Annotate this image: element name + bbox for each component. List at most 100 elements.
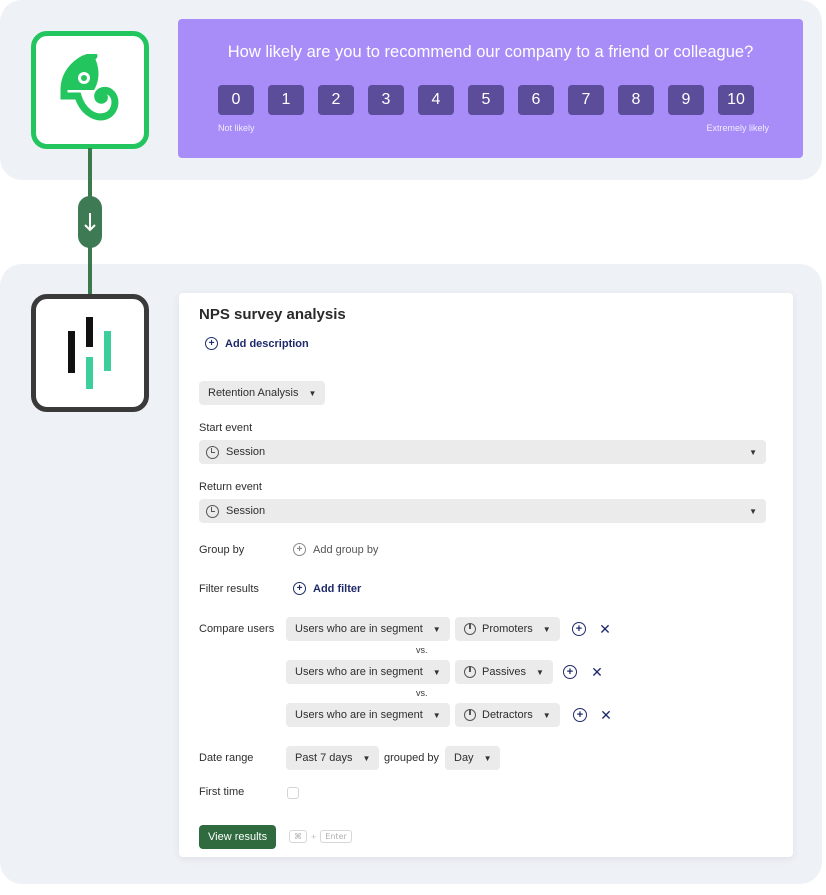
chevron-down-icon: ▼ <box>432 667 441 677</box>
first-time-checkbox[interactable] <box>287 787 299 799</box>
plus-circle-icon: + <box>293 543 306 556</box>
add-description-button[interactable]: + Add description <box>205 337 309 350</box>
score-button-5[interactable]: 5 <box>468 85 504 115</box>
score-button-0[interactable]: 0 <box>218 85 254 115</box>
segment-select-3[interactable]: Detractors ▼ <box>455 703 560 727</box>
close-icon: ✕ <box>591 663 603 680</box>
add-segment-button-3[interactable]: + <box>572 707 588 723</box>
pie-chart-icon <box>464 709 476 721</box>
plus-circle-icon: + <box>572 622 586 636</box>
clock-icon <box>206 504 219 518</box>
chameleon-logo-icon <box>60 54 119 121</box>
grouped-by-label: grouped by <box>384 752 440 764</box>
return-event-label: Return event <box>199 481 262 493</box>
date-range-select[interactable]: Past 7 days ▼ <box>286 746 380 770</box>
segment-condition-value: Users who are in segment <box>295 623 423 635</box>
plus-circle-icon: + <box>563 665 577 679</box>
plus-circle-icon: + <box>573 708 587 722</box>
return-event-value: Session <box>226 505 266 517</box>
score-button-2[interactable]: 2 <box>318 85 354 115</box>
plus-circle-icon: + <box>293 582 306 595</box>
segment-value: Detractors <box>482 709 533 721</box>
pie-chart-icon <box>464 623 476 635</box>
enter-key: Enter <box>320 830 352 843</box>
connector-pill <box>78 196 102 248</box>
start-event-select[interactable]: Session ▼ <box>199 440 766 464</box>
segment-condition-select-3[interactable]: Users who are in segment ▼ <box>286 703 450 727</box>
analysis-type-value: Retention Analysis <box>208 387 299 399</box>
nps-survey-widget: How likely are you to recommend our comp… <box>178 19 803 158</box>
chevron-down-icon: ▼ <box>362 753 371 763</box>
chevron-down-icon: ▼ <box>483 753 492 763</box>
grouped-by-select[interactable]: Day ▼ <box>445 746 501 770</box>
plus-circle-icon: + <box>205 337 218 350</box>
score-button-6[interactable]: 6 <box>518 85 554 115</box>
chevron-down-icon: ▼ <box>542 624 551 634</box>
chevron-down-icon: ▼ <box>749 506 757 516</box>
remove-segment-button-2[interactable]: ✕ <box>589 664 605 680</box>
heap-logo-icon <box>68 317 111 389</box>
add-segment-button-2[interactable]: + <box>562 664 578 680</box>
segment-select-2[interactable]: Passives ▼ <box>455 660 553 684</box>
date-range-label: Date range <box>199 752 254 764</box>
start-event-label: Start event <box>199 422 253 434</box>
segment-condition-select-1[interactable]: Users who are in segment ▼ <box>286 617 450 641</box>
add-segment-button-1[interactable]: + <box>571 621 587 637</box>
arrow-down-icon <box>84 213 96 232</box>
segment-condition-value: Users who are in segment <box>295 666 423 678</box>
vs-label: vs. <box>416 645 428 655</box>
score-scale: 0 1 2 3 4 5 6 7 8 9 10 <box>218 85 754 115</box>
score-button-8[interactable]: 8 <box>618 85 654 115</box>
chevron-down-icon: ▼ <box>542 710 551 720</box>
add-group-by-label: Add group by <box>313 543 379 556</box>
chevron-down-icon: ▼ <box>432 710 441 720</box>
chevron-down-icon: ▼ <box>536 667 544 677</box>
filter-results-label: Filter results <box>199 583 259 595</box>
chevron-down-icon: ▼ <box>749 447 757 457</box>
grouped-by-value: Day <box>454 752 474 764</box>
view-results-button[interactable]: View results <box>199 825 277 849</box>
survey-question: How likely are you to recommend our comp… <box>227 43 754 61</box>
add-group-by-button[interactable]: + Add group by <box>293 543 378 556</box>
add-filter-label: Add filter <box>313 582 362 595</box>
score-button-9[interactable]: 9 <box>668 85 704 115</box>
add-filter-button[interactable]: + Add filter <box>293 582 361 595</box>
segment-condition-select-2[interactable]: Users who are in segment ▼ <box>286 660 450 684</box>
return-event-select[interactable]: Session ▼ <box>199 499 766 523</box>
scale-low-label: Not likely <box>218 123 255 133</box>
segment-condition-value: Users who are in segment <box>295 709 423 721</box>
date-range-value: Past 7 days <box>295 752 353 764</box>
heap-logo <box>31 294 149 412</box>
vs-label: vs. <box>416 688 428 698</box>
score-button-4[interactable]: 4 <box>418 85 454 115</box>
remove-segment-button-1[interactable]: ✕ <box>597 621 613 637</box>
page-title: NPS survey analysis <box>199 306 346 323</box>
pie-chart-icon <box>464 666 476 678</box>
add-description-label: Add description <box>225 337 309 350</box>
connector-line-upper <box>88 148 92 198</box>
score-button-3[interactable]: 3 <box>368 85 404 115</box>
group-by-label: Group by <box>199 544 245 556</box>
chevron-down-icon: ▼ <box>432 624 441 634</box>
segment-value: Promoters <box>482 623 533 635</box>
connector-line-lower <box>88 246 92 296</box>
analysis-card: NPS survey analysis + Add description Re… <box>179 293 793 857</box>
command-key: ⌘ <box>289 830 307 843</box>
analysis-type-select[interactable]: Retention Analysis ▼ <box>199 381 326 405</box>
compare-users-label: Compare users <box>199 623 275 635</box>
clock-icon <box>206 445 219 459</box>
chameleon-logo <box>31 31 149 149</box>
close-icon: ✕ <box>600 706 612 723</box>
segment-select-1[interactable]: Promoters ▼ <box>455 617 560 641</box>
first-time-label: First time <box>199 786 245 798</box>
score-button-10[interactable]: 10 <box>718 85 754 115</box>
keyboard-shortcut-hint: ⌘ + Enter <box>289 830 352 843</box>
start-event-value: Session <box>226 446 266 458</box>
chevron-down-icon: ▼ <box>308 388 317 398</box>
score-button-7[interactable]: 7 <box>568 85 604 115</box>
score-button-1[interactable]: 1 <box>268 85 304 115</box>
segment-value: Passives <box>482 666 527 678</box>
scale-high-label: Extremely likely <box>706 123 769 133</box>
shortcut-plus: + <box>311 831 317 842</box>
remove-segment-button-3[interactable]: ✕ <box>598 707 614 723</box>
